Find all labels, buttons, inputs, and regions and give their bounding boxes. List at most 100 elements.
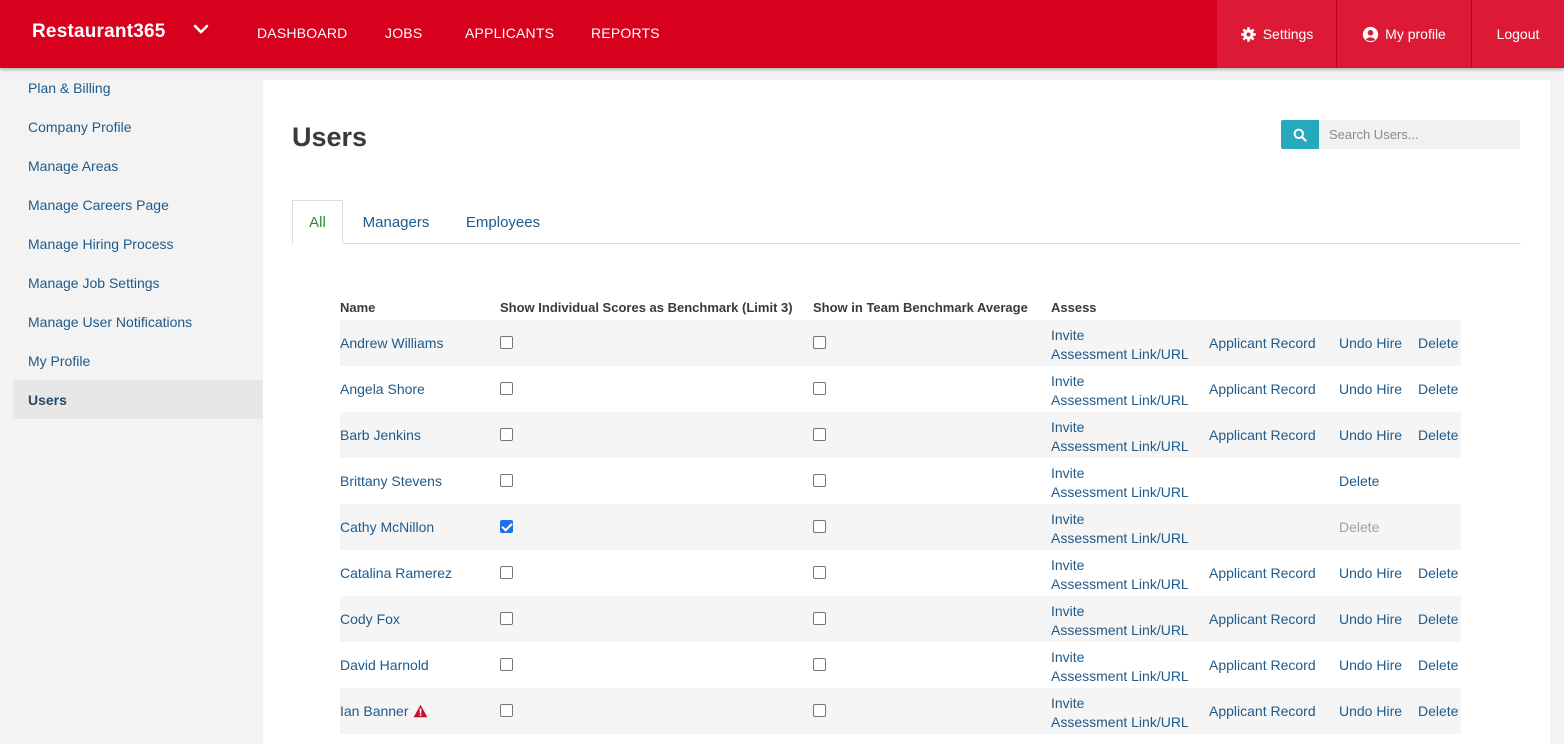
column-header-team-benchmark: Show in Team Benchmark Average [813,300,1028,315]
sidebar-item-manage-job-settings[interactable]: Manage Job Settings [13,263,263,302]
invite-link[interactable]: Invite [1051,372,1189,391]
team-benchmark-checkbox[interactable] [813,382,826,395]
tab-all[interactable]: All [292,200,343,244]
sidebar-item-manage-hiring-process[interactable]: Manage Hiring Process [13,224,263,263]
assess-links: Invite Assessment Link/URL [1051,602,1189,640]
benchmark-checkbox[interactable] [500,336,513,349]
applicant-record-link[interactable]: Applicant Record [1209,335,1316,351]
assessment-link[interactable]: Assessment Link/URL [1051,391,1189,410]
user-name-link[interactable]: Andrew Williams [340,335,443,351]
user-name-link[interactable]: David Harnold [340,657,429,673]
team-benchmark-checkbox[interactable] [813,428,826,441]
benchmark-checkbox[interactable] [500,704,513,717]
assessment-link[interactable]: Assessment Link/URL [1051,529,1189,548]
undo-hire-link[interactable]: Undo Hire [1339,703,1402,719]
table-row: Angela Shore Invite Assessment Link/URL App… [340,366,1461,412]
user-name-link[interactable]: Barb Jenkins [340,427,421,443]
assessment-link[interactable]: Assessment Link/URL [1051,667,1189,686]
assess-links: Invite Assessment Link/URL [1051,510,1189,548]
delete-link[interactable]: Delete [1418,657,1458,673]
search-input[interactable] [1319,120,1520,149]
invite-link[interactable]: Invite [1051,694,1189,713]
invite-link[interactable]: Invite [1051,464,1189,483]
applicant-record-link[interactable]: Applicant Record [1209,381,1316,397]
undo-hire-link[interactable]: Undo Hire [1339,565,1402,581]
sidebar-item-company-profile[interactable]: Company Profile [13,107,263,146]
delete-link[interactable]: Delete [1418,611,1458,627]
warning-icon [413,704,427,718]
user-name-link[interactable]: Angela Shore [340,381,425,397]
invite-link[interactable]: Invite [1051,326,1189,345]
logout-button[interactable]: Logout [1472,0,1564,68]
gear-icon [1240,26,1256,42]
team-benchmark-checkbox[interactable] [813,704,826,717]
sidebar-item-my-profile[interactable]: My Profile [13,341,263,380]
invite-link[interactable]: Invite [1051,418,1189,437]
team-benchmark-checkbox[interactable] [813,658,826,671]
brand-logo[interactable]: Restaurant365 [32,21,166,43]
benchmark-checkbox[interactable] [500,474,513,487]
sidebar-item-users[interactable]: Users [13,380,263,419]
delete-link[interactable]: Delete [1418,335,1458,351]
benchmark-checkbox[interactable] [500,520,513,533]
applicant-record-link[interactable]: Applicant Record [1209,657,1316,673]
assessment-link[interactable]: Assessment Link/URL [1051,621,1189,640]
undo-hire-link[interactable]: Undo Hire [1339,611,1402,627]
user-name: Cody Fox [340,611,400,627]
applicant-record-link[interactable]: Applicant Record [1209,565,1316,581]
table-row: Cody Fox Invite Assessment Link/URL Applica… [340,596,1461,642]
nav-applicants[interactable]: APPLICANTS [465,25,554,41]
delete-link[interactable]: Delete [1339,473,1379,489]
my-profile-button[interactable]: My profile [1337,0,1471,68]
nav-reports[interactable]: REPORTS [591,25,660,41]
delete-link[interactable]: Delete [1418,427,1458,443]
team-benchmark-checkbox[interactable] [813,336,826,349]
search-button[interactable] [1281,120,1319,149]
sidebar-item-plan-billing[interactable]: Plan & Billing [13,68,263,107]
benchmark-checkbox[interactable] [500,612,513,625]
assessment-link[interactable]: Assessment Link/URL [1051,713,1189,732]
applicant-record-link[interactable]: Applicant Record [1209,611,1316,627]
nav-dashboard[interactable]: DASHBOARD [257,25,347,41]
applicant-record-link[interactable]: Applicant Record [1209,427,1316,443]
invite-link[interactable]: Invite [1051,648,1189,667]
assessment-link[interactable]: Assessment Link/URL [1051,345,1189,364]
undo-hire-link[interactable]: Undo Hire [1339,335,1402,351]
undo-hire-link[interactable]: Undo Hire [1339,427,1402,443]
benchmark-checkbox[interactable] [500,658,513,671]
undo-hire-link[interactable]: Undo Hire [1339,381,1402,397]
team-benchmark-checkbox[interactable] [813,474,826,487]
chevron-down-icon[interactable] [192,20,210,38]
undo-hire-link[interactable]: Undo Hire [1339,657,1402,673]
nav-jobs[interactable]: JOBS [385,25,422,41]
column-header-name: Name [340,300,376,315]
sidebar-item-manage-user-notifications[interactable]: Manage User Notifications [13,302,263,341]
team-benchmark-checkbox[interactable] [813,566,826,579]
benchmark-checkbox[interactable] [500,428,513,441]
sidebar-item-manage-careers-page[interactable]: Manage Careers Page [13,185,263,224]
delete-link[interactable]: Delete [1418,703,1458,719]
user-name-link[interactable]: Cathy McNillon [340,519,434,535]
sidebar-item-manage-areas[interactable]: Manage Areas [13,146,263,185]
user-name-link[interactable]: Catalina Ramerez [340,565,452,581]
tab-managers[interactable]: Managers [350,200,442,244]
invite-link[interactable]: Invite [1051,510,1189,529]
team-benchmark-checkbox[interactable] [813,520,826,533]
user-name-link[interactable]: Ian Banner [340,703,428,719]
settings-button[interactable]: Settings [1217,0,1336,68]
invite-link[interactable]: Invite [1051,602,1189,621]
assessment-link[interactable]: Assessment Link/URL [1051,483,1189,502]
delete-link[interactable]: Delete [1418,381,1458,397]
user-name-link[interactable]: Cody Fox [340,611,400,627]
assessment-link[interactable]: Assessment Link/URL [1051,575,1189,594]
user-name-link[interactable]: Brittany Stevens [340,473,442,489]
team-benchmark-checkbox[interactable] [813,612,826,625]
tab-employees[interactable]: Employees [455,200,551,244]
benchmark-checkbox[interactable] [500,382,513,395]
user-circle-icon [1363,26,1379,42]
assessment-link[interactable]: Assessment Link/URL [1051,437,1189,456]
invite-link[interactable]: Invite [1051,556,1189,575]
delete-link[interactable]: Delete [1418,565,1458,581]
benchmark-checkbox[interactable] [500,566,513,579]
applicant-record-link[interactable]: Applicant Record [1209,703,1316,719]
